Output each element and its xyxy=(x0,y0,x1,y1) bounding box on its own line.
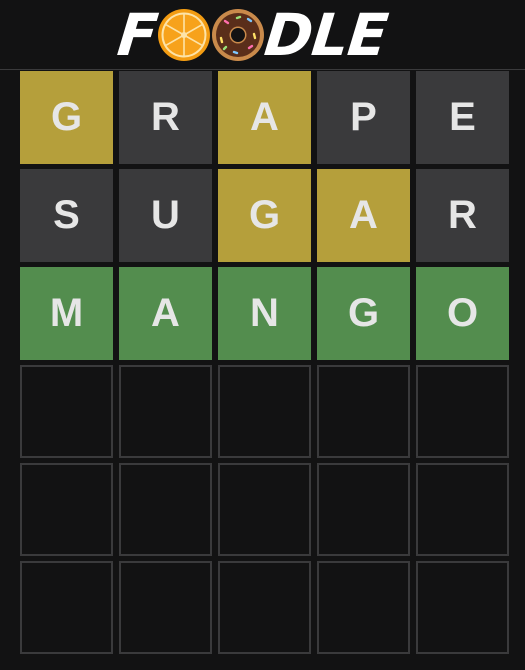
orange-slice-icon xyxy=(157,9,210,61)
letter-tile: A xyxy=(317,169,410,262)
letter-tile: G xyxy=(20,71,113,164)
empty-tile xyxy=(218,365,311,458)
letter-tile: R xyxy=(416,169,509,262)
letter-tile: M xyxy=(20,267,113,360)
header: F DLE xyxy=(0,0,525,70)
empty-tile xyxy=(119,561,212,654)
empty-tile xyxy=(416,463,509,556)
letter-tile: E xyxy=(416,71,509,164)
letter-tile: R xyxy=(119,71,212,164)
letter-tile: U xyxy=(119,169,212,262)
letter-tile: A xyxy=(119,267,212,360)
empty-tile xyxy=(416,561,509,654)
letter-tile: P xyxy=(317,71,410,164)
letter-tile: S xyxy=(20,169,113,262)
empty-tile xyxy=(119,463,212,556)
empty-tile xyxy=(20,463,113,556)
empty-tile xyxy=(317,561,410,654)
empty-tile xyxy=(317,463,410,556)
game-board: GRAPESUGARMANGO xyxy=(20,71,512,654)
logo-letter-f: F xyxy=(114,1,161,69)
letter-tile: G xyxy=(218,169,311,262)
letter-tile: O xyxy=(416,267,509,360)
logo-letters-dle: DLE xyxy=(261,1,390,69)
empty-tile xyxy=(218,463,311,556)
app-logo: F DLE xyxy=(114,1,390,69)
letter-tile: N xyxy=(218,267,311,360)
empty-tile xyxy=(317,365,410,458)
empty-tile xyxy=(20,365,113,458)
letter-tile: A xyxy=(218,71,311,164)
empty-tile xyxy=(218,561,311,654)
empty-tile xyxy=(416,365,509,458)
donut-icon xyxy=(211,9,264,61)
letter-tile: G xyxy=(317,267,410,360)
empty-tile xyxy=(20,561,113,654)
empty-tile xyxy=(119,365,212,458)
